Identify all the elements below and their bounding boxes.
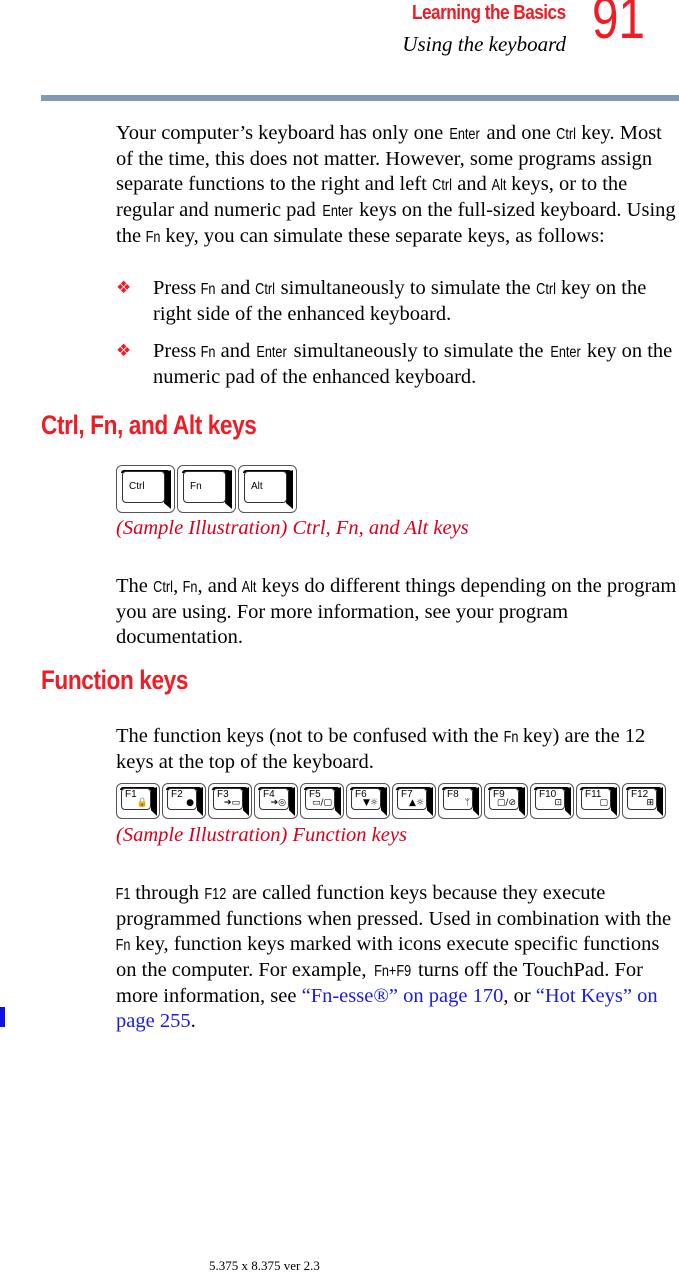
- key-name: Ctrl: [556, 125, 576, 143]
- function-key-f8: F8 ᛘ: [438, 783, 482, 819]
- diamond-bullet-icon: ❖: [116, 278, 132, 298]
- section-title: Using the keyboard: [402, 32, 566, 56]
- key-name: Fn: [145, 228, 161, 246]
- key-name: Fn: [115, 936, 131, 954]
- brightness-down-icon: ▼☼: [363, 798, 378, 808]
- change-bar: [0, 1007, 5, 1027]
- section-heading-function-keys: Function keys: [41, 665, 189, 695]
- list-item: ❖ Press Fn and Enter simultaneously to si…: [116, 339, 678, 390]
- key-name: Fn: [201, 281, 216, 298]
- key-name: Enter: [322, 202, 353, 220]
- figure-caption: (Sample Illustration) Function keys: [116, 824, 407, 846]
- ctrl-fn-alt-paragraph: The Ctrl, Fn, and Alt keys do different …: [116, 574, 678, 650]
- function-key-f11: F11 ▢: [576, 783, 620, 819]
- footer-version: 5.375 x 8.375 ver 2.3: [209, 1258, 320, 1273]
- key-name: F12: [204, 885, 227, 903]
- key-name: Enter: [449, 125, 481, 143]
- wireless-icon: ᛘ: [464, 798, 470, 808]
- key-name: Alt: [491, 176, 507, 194]
- alt-key-illustration: Alt: [238, 465, 297, 513]
- text: The function keys (not to be confused wi…: [116, 724, 504, 747]
- key-label: F2: [171, 789, 183, 800]
- text: Press: [153, 277, 202, 299]
- key-label: F8: [447, 789, 459, 800]
- text: The: [116, 574, 153, 597]
- key-name: Ctrl: [535, 281, 556, 298]
- function-key-f2: F2 ●: [162, 783, 206, 819]
- key-name: Fn: [182, 578, 198, 596]
- arrow-mode-icon: ⊡: [554, 798, 562, 808]
- function-key-f3: F3 ➔▭: [208, 783, 252, 819]
- key-name: Fn: [503, 728, 519, 746]
- figure-caption: (Sample Illustration) Ctrl, Fn, and Alt …: [116, 517, 469, 539]
- text: , and: [197, 574, 243, 597]
- display-toggle-icon: ▭/▢: [311, 798, 332, 808]
- key-label: Alt: [251, 481, 263, 492]
- function-key-f7: F7 ▲☼: [392, 783, 436, 819]
- text: and: [215, 340, 256, 362]
- bullet-list: ❖ Press Fn and Ctrl simultaneously to sim…: [116, 276, 678, 402]
- function-key-f5: F5 ▭/▢: [300, 783, 344, 819]
- hibernate-icon: ➔◎: [270, 798, 286, 808]
- text: and: [452, 172, 492, 195]
- text: Press: [153, 340, 202, 362]
- text: simultaneously to simulate the: [275, 277, 536, 299]
- lock-icon: 🔒: [136, 798, 148, 808]
- section-heading-ctrl-fn-alt: Ctrl, Fn, and Alt keys: [41, 410, 257, 440]
- text: through: [130, 881, 205, 904]
- key-name: Enter: [256, 344, 288, 361]
- standby-icon: ➔▭: [223, 798, 240, 808]
- list-item: ❖ Press Fn and Ctrl simultaneously to sim…: [116, 276, 678, 327]
- key-name: Alt: [242, 578, 257, 596]
- function-keys-intro: The function keys (not to be confused wi…: [116, 724, 678, 775]
- function-key-f10: F10 ⊡: [530, 783, 574, 819]
- function-keys-paragraph: F1 through F12 are called function keys …: [116, 881, 678, 1034]
- key-name: Ctrl: [255, 281, 276, 298]
- power-icon: ●: [186, 798, 194, 808]
- link-fn-esse[interactable]: “Fn-esse®” on page 170: [302, 985, 504, 1007]
- key-label: Fn: [190, 481, 202, 492]
- text: Your computer’s keyboard has only one: [116, 121, 449, 144]
- function-key-f4: F4 ➔◎: [254, 783, 298, 819]
- key-name: Ctrl: [153, 578, 173, 596]
- intro-paragraph: Your computer’s keyboard has only one En…: [116, 121, 678, 250]
- function-key-f12: F12 ⊞: [622, 783, 666, 819]
- touchpad-icon: ▢/⊘: [496, 798, 516, 808]
- key-label: F1: [125, 789, 137, 800]
- text: and one: [481, 121, 556, 144]
- brightness-up-icon: ▲☼: [409, 798, 424, 808]
- text: .: [190, 1009, 196, 1032]
- key-name: F1: [115, 885, 131, 903]
- function-keys-illustration: F1 🔒 F2 ● F3 ➔▭ F4 ➔◎ F5 ▭/▢ F6 ▼☼ F7 ▲☼ F8 ᛘ F9 ▢/⊘ F10 ⊡ F…: [116, 783, 668, 819]
- text: simultaneously to simulate the: [288, 340, 549, 362]
- function-key-f1: F1 🔒: [116, 783, 160, 819]
- diamond-bullet-icon: ❖: [116, 341, 132, 361]
- key-name: Fn+F9: [373, 962, 411, 980]
- function-key-f6: F6 ▼☼: [346, 783, 390, 819]
- fn-key-illustration: Fn: [177, 465, 236, 513]
- text: and: [215, 277, 256, 299]
- key-name: Fn: [201, 344, 216, 361]
- text: , or: [503, 984, 536, 1007]
- text: key, you can simulate these separate key…: [160, 224, 605, 247]
- key-label: Ctrl: [129, 481, 145, 492]
- chapter-title: Learning the Basics: [412, 2, 566, 24]
- header-rule: [41, 95, 679, 101]
- ctrl-key-illustration: Ctrl: [116, 465, 175, 513]
- key-name: Enter: [549, 344, 581, 361]
- numeric-mode-icon: ▢: [599, 798, 608, 808]
- page-number: 91: [592, 0, 645, 51]
- key-name: Ctrl: [432, 176, 452, 194]
- ctrl-fn-alt-illustration: Ctrl Fn Alt: [116, 465, 299, 513]
- function-key-f9: F9 ▢/⊘: [484, 783, 528, 819]
- scroll-lock-icon: ⊞: [646, 798, 654, 808]
